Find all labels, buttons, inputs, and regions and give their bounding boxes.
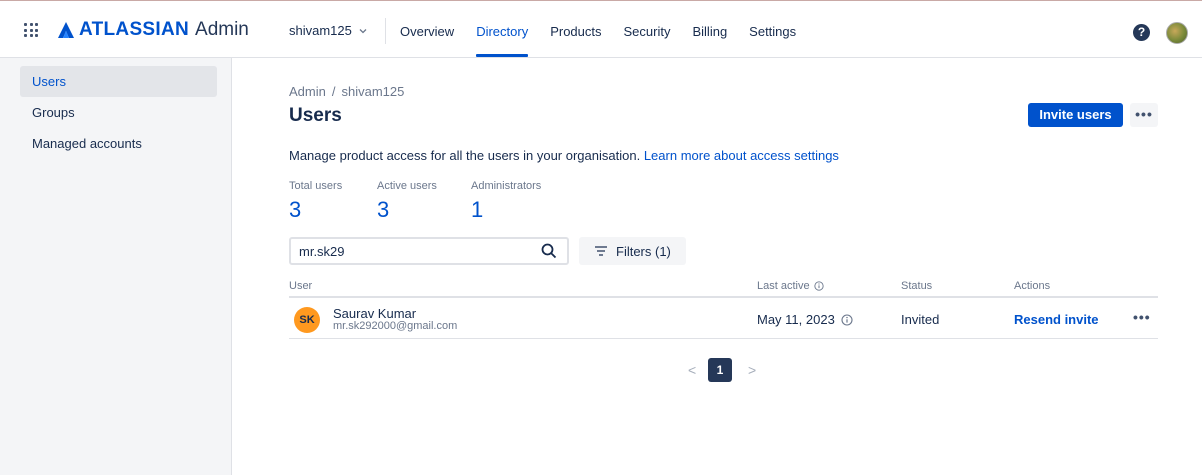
stat-label: Administrators bbox=[471, 180, 542, 192]
atlassian-logo-icon bbox=[58, 22, 74, 38]
search-input[interactable] bbox=[299, 243, 519, 259]
breadcrumb-admin[interactable]: Admin bbox=[289, 84, 326, 99]
stat-active-users: Active users 3 bbox=[377, 180, 437, 223]
stat-label: Total users bbox=[289, 180, 343, 192]
column-header-user: User bbox=[289, 280, 313, 292]
profile-avatar[interactable] bbox=[1166, 22, 1188, 44]
sidebar-item-users[interactable]: Users bbox=[20, 66, 217, 97]
column-header-status: Status bbox=[901, 280, 933, 292]
invite-users-button[interactable]: Invite users bbox=[1028, 103, 1123, 127]
logo-suffix: Admin bbox=[195, 19, 249, 40]
stat-label: Active users bbox=[377, 180, 437, 192]
logo-wordmark: ATLASSIAN bbox=[79, 19, 190, 40]
stat-administrators: Administrators 1 bbox=[471, 180, 541, 223]
app-switcher-icon[interactable] bbox=[24, 23, 38, 37]
column-header-last-active: Last active bbox=[757, 280, 824, 292]
breadcrumb-org[interactable]: shivam125 bbox=[341, 84, 404, 99]
info-icon[interactable] bbox=[841, 313, 853, 326]
breadcrumb-separator: / bbox=[331, 84, 336, 99]
top-navigation-bar: ATLASSIAN Admin shivam125 Overview Direc… bbox=[0, 0, 1202, 58]
pagination-page-button[interactable]: 1 bbox=[708, 358, 732, 382]
user-search-box bbox=[289, 237, 569, 265]
status-text: Invited bbox=[901, 312, 940, 327]
sidebar-item-groups[interactable]: Groups bbox=[20, 97, 217, 128]
column-header-actions: Actions bbox=[1014, 280, 1051, 292]
stat-total-users: Total users 3 bbox=[289, 180, 342, 223]
table-header-divider bbox=[289, 296, 1158, 298]
row-more-actions-button[interactable]: ••• bbox=[1133, 309, 1151, 325]
description-text: Manage product access for all the users … bbox=[289, 148, 641, 163]
pagination-prev-button[interactable]: < bbox=[688, 362, 696, 378]
main-nav: Overview Directory Products Security Bil… bbox=[400, 1, 818, 59]
page-title: Users bbox=[289, 105, 342, 126]
last-active-cell: May 11, 2023 bbox=[757, 312, 853, 327]
user-email: mr.sk292000@gmail.com bbox=[333, 320, 458, 332]
last-active-date: May 11, 2023 bbox=[757, 312, 835, 327]
info-icon[interactable] bbox=[813, 281, 824, 291]
help-icon[interactable]: ? bbox=[1133, 24, 1150, 41]
breadcrumb: Admin / shivam125 bbox=[289, 84, 404, 99]
resend-invite-link[interactable]: Resend invite bbox=[1014, 312, 1099, 327]
stat-value: 1 bbox=[471, 197, 484, 222]
nav-overview[interactable]: Overview bbox=[400, 1, 454, 59]
stat-value: 3 bbox=[289, 197, 302, 222]
filters-button[interactable]: Filters (1) bbox=[579, 237, 686, 265]
stat-value: 3 bbox=[377, 197, 390, 222]
organization-switcher[interactable]: shivam125 bbox=[289, 23, 368, 38]
user-name-link[interactable]: Saurav Kumar bbox=[333, 306, 416, 321]
search-icon[interactable] bbox=[541, 243, 557, 259]
page-description: Manage product access for all the users … bbox=[289, 148, 839, 163]
nav-billing[interactable]: Billing bbox=[692, 1, 727, 59]
nav-divider bbox=[385, 18, 386, 44]
nav-directory[interactable]: Directory bbox=[476, 1, 529, 59]
access-settings-link[interactable]: Learn more about access settings bbox=[644, 148, 839, 163]
user-avatar: SK bbox=[294, 307, 320, 333]
pagination-next-button[interactable]: > bbox=[748, 362, 756, 378]
nav-products[interactable]: Products bbox=[550, 1, 601, 59]
org-name: shivam125 bbox=[289, 23, 352, 38]
nav-settings[interactable]: Settings bbox=[749, 1, 796, 59]
sidebar-item-managed-accounts[interactable]: Managed accounts bbox=[20, 128, 217, 159]
filter-icon bbox=[595, 246, 607, 256]
chevron-down-icon bbox=[359, 28, 367, 33]
column-header-label: Last active bbox=[757, 280, 810, 292]
sidebar: Users Groups Managed accounts bbox=[0, 58, 232, 475]
page-more-actions-button[interactable]: ••• bbox=[1130, 103, 1158, 127]
table-row-divider bbox=[289, 338, 1158, 339]
filters-label: Filters (1) bbox=[616, 243, 671, 259]
nav-security[interactable]: Security bbox=[624, 1, 671, 59]
atlassian-logo[interactable]: ATLASSIAN Admin bbox=[57, 20, 249, 40]
